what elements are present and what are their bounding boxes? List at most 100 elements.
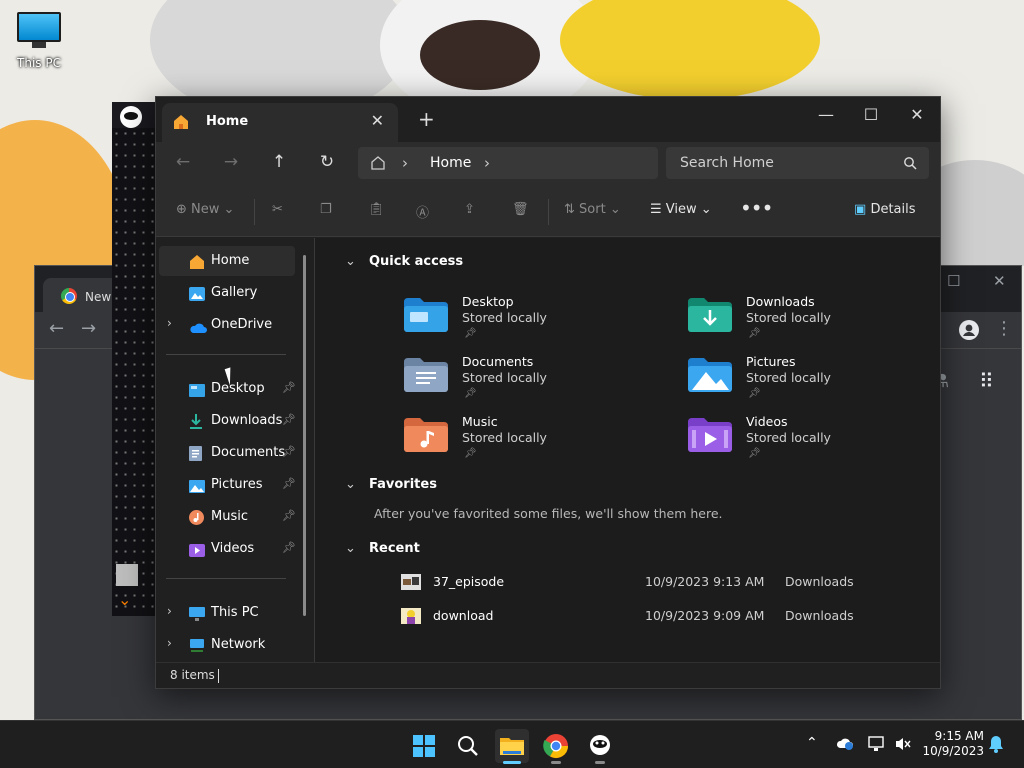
sidebar-item-this-pc[interactable]: › This PC — [159, 598, 295, 628]
up-icon[interactable]: ↑ — [266, 152, 292, 176]
quick-access-downloads[interactable]: Downloads Stored locally 📌︎ — [688, 294, 938, 350]
search-box[interactable] — [666, 147, 929, 179]
quick-access-videos[interactable]: Videos Stored locally 📌︎ — [688, 414, 938, 470]
delete-icon[interactable]: 🗑︎ — [512, 202, 529, 217]
quick-access-music[interactable]: Music Stored locally 📌︎ — [404, 414, 654, 470]
refresh-icon[interactable]: ↻ — [314, 152, 340, 176]
start-button[interactable] — [407, 729, 441, 763]
folder-subtitle: Stored locally — [746, 310, 831, 325]
file-date: 10/9/2023 9:09 AM — [645, 608, 765, 623]
pin-icon[interactable]: 📌︎ — [282, 509, 296, 522]
sort-button[interactable]: ⇅ Sort ⌄ — [564, 202, 621, 217]
desktop-icon-this-pc[interactable]: This PC — [10, 8, 68, 70]
pin-icon[interactable]: 📌︎ — [282, 445, 296, 458]
more-icon[interactable]: ⋮ — [995, 318, 1013, 339]
paste-icon[interactable]: 📋︎ — [368, 202, 385, 217]
breadcrumb[interactable]: Home — [430, 155, 471, 171]
file-explorer-taskbar-button[interactable] — [495, 729, 529, 764]
home-icon — [189, 254, 205, 273]
network-icon — [189, 638, 205, 657]
pin-icon[interactable]: 📌︎ — [282, 413, 296, 426]
file-thumbnail-icon — [401, 574, 421, 590]
pin-icon[interactable]: 📌︎ — [282, 477, 296, 490]
maximize-icon[interactable]: ☐ — [861, 105, 881, 124]
maximize-icon[interactable]: ☐ — [947, 272, 960, 290]
quick-access-documents[interactable]: Documents Stored locally 📌︎ — [404, 354, 654, 410]
folder-name: Desktop — [462, 294, 514, 309]
chrome-taskbar-button[interactable] — [539, 729, 573, 764]
clock[interactable]: 9:15 AM 10/9/2023 — [920, 729, 984, 759]
chevron-down-icon[interactable]: ⌄ — [118, 590, 131, 609]
cut-icon[interactable]: ✂ — [272, 202, 283, 217]
sidebar-item-music[interactable]: Music 📌︎ — [159, 502, 296, 532]
notification-bell-icon[interactable] — [988, 735, 1004, 757]
volume-muted-icon[interactable] — [894, 736, 912, 756]
minimize-icon[interactable]: — — [816, 105, 836, 124]
sidebar-item-home[interactable]: Home — [159, 246, 295, 276]
explorer-tab[interactable]: Home ✕ — [162, 103, 398, 142]
profile-icon[interactable] — [959, 320, 979, 345]
ghost-icon — [583, 735, 617, 767]
sidebar-item-label: Downloads — [211, 413, 283, 428]
share-icon[interactable]: ⇪ — [464, 202, 475, 217]
chevron-right-icon[interactable]: › — [167, 604, 172, 618]
sidebar-item-videos[interactable]: Videos 📌︎ — [159, 534, 296, 564]
chevron-up-icon[interactable]: ⌃ — [806, 735, 818, 751]
back-icon[interactable]: ← — [170, 152, 196, 176]
apps-grid-icon[interactable]: ⠿ — [979, 369, 994, 393]
documents-icon — [189, 446, 202, 465]
close-tab-icon[interactable]: ✕ — [371, 111, 384, 130]
quick-access-desktop[interactable]: Desktop Stored locally 📌︎ — [404, 294, 654, 350]
address-box[interactable]: › Home › — [358, 147, 658, 179]
more-options-icon[interactable]: ••• — [740, 196, 773, 220]
sidebar-item-gallery[interactable]: Gallery — [159, 278, 295, 308]
sidebar-scrollbar[interactable] — [303, 255, 306, 616]
folder-name: Pictures — [746, 354, 796, 369]
onedrive-tray-icon[interactable] — [836, 736, 854, 754]
sidebar-item-label: Pictures — [211, 477, 263, 492]
home-outline-icon — [370, 155, 386, 175]
new-tab-icon[interactable]: + — [418, 107, 435, 131]
monitor-stand — [32, 42, 46, 48]
rename-icon[interactable]: Ⓐ — [416, 202, 429, 221]
sidebar-item-onedrive[interactable]: › OneDrive — [159, 310, 295, 340]
back-icon[interactable]: ← — [49, 318, 64, 339]
sidebar-item-label: Videos — [211, 541, 255, 556]
recent-row[interactable]: 37_episode 10/9/2023 9:13 AM Downloads — [401, 572, 961, 596]
pin-icon[interactable]: 📌︎ — [282, 541, 296, 554]
favorites-header[interactable]: ⌄ Favorites — [345, 477, 437, 492]
chevron-right-icon[interactable]: › — [484, 154, 490, 172]
forward-icon[interactable]: → — [218, 152, 244, 176]
gallery-icon — [189, 286, 205, 305]
recent-row[interactable]: download 10/9/2023 9:09 AM Downloads — [401, 606, 961, 630]
new-button[interactable]: ⊕ New ⌄ — [176, 202, 234, 217]
sidebar-item-pictures[interactable]: Pictures 📌︎ — [159, 470, 296, 500]
chevron-down-icon: ⌄ — [700, 202, 712, 217]
view-button[interactable]: ☰ View ⌄ — [650, 202, 712, 217]
close-icon[interactable]: ✕ — [993, 272, 1006, 290]
details-button[interactable]: ▣ Details — [854, 202, 916, 217]
game-taskbar-button[interactable] — [583, 729, 617, 764]
chevron-right-icon[interactable]: › — [402, 154, 408, 172]
close-window-icon[interactable]: ✕ — [907, 105, 927, 124]
sidebar-item-network[interactable]: › Network — [159, 630, 295, 660]
sidebar-divider — [166, 354, 286, 355]
search-input[interactable] — [666, 147, 929, 179]
divider — [548, 199, 549, 225]
recent-header[interactable]: ⌄ Recent — [345, 541, 420, 556]
sidebar-item-downloads[interactable]: Downloads 📌︎ — [159, 406, 296, 436]
section-title: Favorites — [369, 477, 437, 492]
copy-icon[interactable]: ❐ — [320, 202, 332, 217]
quick-access-header[interactable]: ⌄ Quick access — [345, 254, 463, 269]
plus-circle-icon: ⊕ — [176, 202, 187, 217]
pin-icon[interactable]: 📌︎ — [282, 381, 296, 394]
section-title: Recent — [369, 541, 420, 556]
forward-icon[interactable]: → — [81, 318, 96, 339]
search-button[interactable] — [451, 729, 485, 763]
sidebar-item-label: Music — [211, 509, 248, 524]
sidebar-item-documents[interactable]: Documents 📌︎ — [159, 438, 296, 468]
network-tray-icon[interactable] — [868, 736, 886, 756]
chevron-right-icon[interactable]: › — [167, 636, 172, 650]
chevron-right-icon[interactable]: › — [167, 316, 172, 330]
quick-access-pictures[interactable]: Pictures Stored locally 📌︎ — [688, 354, 938, 410]
